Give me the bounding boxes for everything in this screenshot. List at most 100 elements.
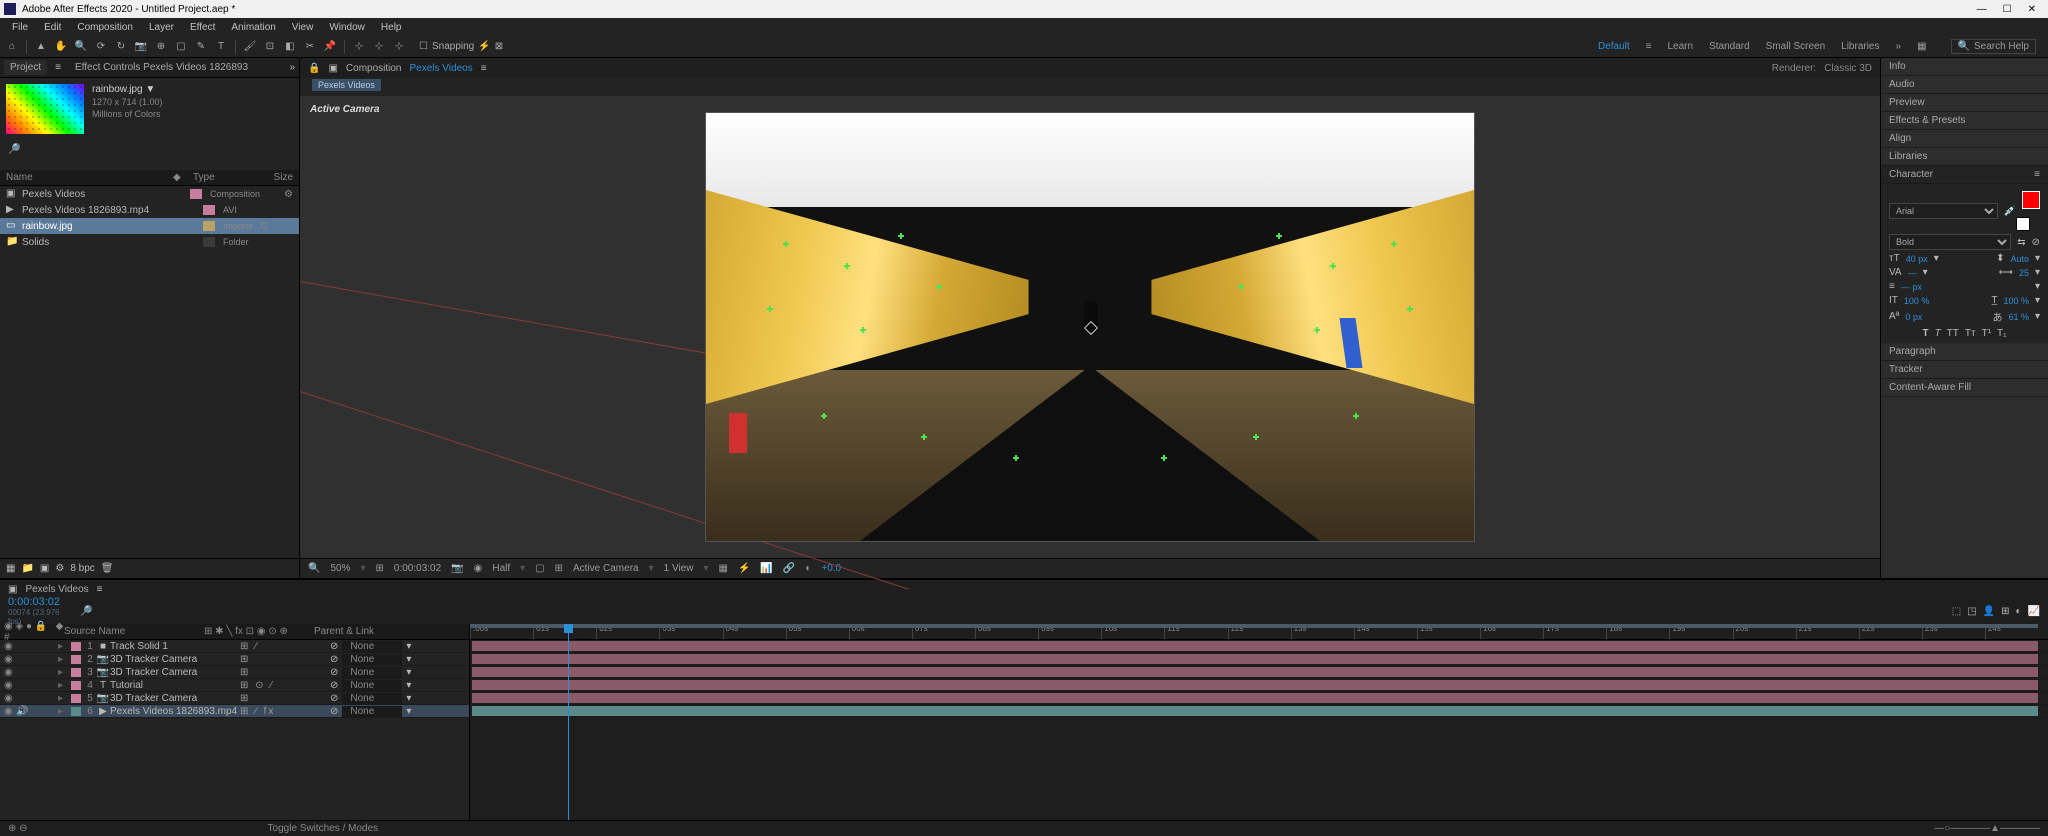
- panel-audio[interactable]: Audio: [1881, 76, 2048, 94]
- snapping-option2-icon[interactable]: ⊠: [495, 41, 503, 52]
- visibility-toggle-icon[interactable]: ◉: [4, 680, 16, 691]
- subscript-icon[interactable]: T₁: [1997, 328, 2006, 339]
- fill-color-swatch[interactable]: [2022, 191, 2040, 209]
- tab-effect-controls[interactable]: Effect Controls Pexels Videos 1826893: [69, 60, 254, 75]
- bpc-toggle[interactable]: 8 bpc: [70, 563, 94, 574]
- comp-mini-flowchart-icon[interactable]: ⬚: [1952, 606, 1961, 617]
- layer-bar[interactable]: [472, 706, 2038, 716]
- home-icon[interactable]: ⌂: [4, 39, 20, 55]
- work-area-bar[interactable]: [470, 624, 2038, 628]
- menu-edit[interactable]: Edit: [36, 20, 69, 35]
- col-parent[interactable]: Parent & Link: [314, 626, 465, 637]
- camera-tool-icon[interactable]: 📷: [133, 39, 149, 55]
- comp-lock-icon[interactable]: 🔒: [308, 63, 320, 74]
- twirl-icon[interactable]: ▸: [58, 706, 68, 717]
- parent-pickwhip-icon[interactable]: ⊘: [330, 693, 338, 704]
- motion-blur-icon[interactable]: ◐: [2016, 606, 2022, 617]
- frame-blend-icon[interactable]: ⊞: [2001, 606, 2009, 617]
- twirl-icon[interactable]: ▸: [58, 680, 68, 691]
- comp-tab-menu-icon[interactable]: ≡: [481, 63, 487, 74]
- flowchart-chip[interactable]: Pexels Videos: [312, 79, 381, 91]
- interpret-icon[interactable]: ▦: [6, 563, 15, 574]
- workspace-default[interactable]: Default: [1598, 41, 1630, 52]
- visibility-toggle-icon[interactable]: ◉: [4, 706, 16, 717]
- font-family-select[interactable]: Arial: [1889, 203, 1998, 219]
- menu-layer[interactable]: Layer: [141, 20, 182, 35]
- parent-dropdown[interactable]: None: [342, 693, 402, 704]
- grid-icon[interactable]: ⊞: [555, 563, 563, 574]
- project-settings-icon[interactable]: ⚙: [55, 563, 64, 574]
- workspace-reset-icon[interactable]: ▦: [1917, 41, 1926, 52]
- time-ruler[interactable]: :00s01s02s03s04s05s06s07s08s09s10s11s12s…: [470, 624, 2048, 640]
- shy-icon[interactable]: 👤: [1983, 606, 1995, 617]
- stroke-width-value[interactable]: — px: [1901, 282, 1922, 292]
- panel-effects-presets[interactable]: Effects & Presets: [1881, 112, 2048, 130]
- composition-viewer[interactable]: Active Camera: [300, 96, 1880, 558]
- composition-canvas[interactable]: [705, 112, 1475, 542]
- font-size-value[interactable]: 40 px: [1906, 254, 1928, 264]
- type-tool-icon[interactable]: T: [213, 39, 229, 55]
- toggle-switches-icon[interactable]: ⊕ ⊖: [8, 823, 28, 834]
- eraser-tool-icon[interactable]: ◧: [282, 39, 298, 55]
- draft3d-icon[interactable]: ◳: [1967, 606, 1976, 617]
- project-search-input[interactable]: [8, 155, 291, 166]
- character-menu-icon[interactable]: ≡: [2034, 169, 2040, 180]
- rectangle-tool-icon[interactable]: ▢: [173, 39, 189, 55]
- local-axis-icon[interactable]: ⊹: [351, 39, 367, 55]
- minimize-button[interactable]: —: [1977, 4, 1987, 15]
- twirl-icon[interactable]: ▸: [58, 693, 68, 704]
- visibility-toggle-icon[interactable]: ◉: [4, 641, 16, 652]
- panel-align[interactable]: Align: [1881, 130, 2048, 148]
- layer-switches[interactable]: ⊞ ∕ fx: [240, 706, 330, 717]
- allcaps-icon[interactable]: TT: [1947, 328, 1959, 339]
- graph-editor-icon[interactable]: 📈: [2028, 606, 2040, 617]
- swap-colors-icon[interactable]: ⇆: [2017, 237, 2025, 248]
- workspace-libraries[interactable]: Libraries: [1841, 41, 1879, 52]
- trash-icon[interactable]: 🗑: [101, 563, 114, 574]
- layer-name[interactable]: Tutorial: [110, 680, 240, 691]
- playhead[interactable]: [568, 624, 569, 820]
- project-item[interactable]: ▶ Pexels Videos 1826893.mp4 AVI: [0, 202, 299, 218]
- selection-tool-icon[interactable]: ▲: [33, 39, 49, 55]
- col-source-name[interactable]: Source Name: [64, 626, 204, 637]
- parent-dropdown[interactable]: None: [342, 680, 402, 691]
- timeline-layer-row[interactable]: ◉▸1■Track Solid 1⊞ ∕⊘None▾: [0, 640, 469, 653]
- pan-behind-tool-icon[interactable]: ⊕: [153, 39, 169, 55]
- parent-pickwhip-icon[interactable]: ⊘: [330, 667, 338, 678]
- toggle-switches-modes[interactable]: Toggle Switches / Modes: [268, 823, 379, 834]
- clone-tool-icon[interactable]: ⊡: [262, 39, 278, 55]
- menu-window[interactable]: Window: [321, 20, 373, 35]
- parent-dropdown[interactable]: None: [342, 667, 402, 678]
- twirl-icon[interactable]: ▸: [58, 654, 68, 665]
- menu-file[interactable]: File: [4, 20, 36, 35]
- pen-tool-icon[interactable]: ✎: [193, 39, 209, 55]
- col-label-icon[interactable]: ◆: [173, 172, 193, 183]
- col-type[interactable]: Type: [193, 172, 263, 183]
- magnify-icon[interactable]: 🔍: [308, 563, 320, 574]
- kerning-value[interactable]: —: [1908, 268, 1917, 278]
- workspace-overflow-icon[interactable]: »: [1896, 41, 1902, 52]
- new-folder-icon[interactable]: 📁: [21, 563, 33, 574]
- tsume-value[interactable]: 61 %: [2008, 312, 2029, 322]
- project-item[interactable]: ▭ rainbow.jpg Importe...G: [0, 218, 299, 234]
- eyedropper-icon[interactable]: 💉: [2004, 206, 2016, 217]
- hand-tool-icon[interactable]: ✋: [53, 39, 69, 55]
- panel-tracker[interactable]: Tracker: [1881, 361, 2048, 379]
- visibility-toggle-icon[interactable]: ◉: [4, 667, 16, 678]
- menu-help[interactable]: Help: [373, 20, 410, 35]
- visibility-toggle-icon[interactable]: ◉: [4, 693, 16, 704]
- timeline-layer-row[interactable]: ◉▸3📷3D Tracker Camera⊞⊘None▾: [0, 666, 469, 679]
- zoom-tool-icon[interactable]: 🔍: [73, 39, 89, 55]
- orbit-tool-icon[interactable]: ⟳: [93, 39, 109, 55]
- baseline-value[interactable]: 0 px: [1905, 312, 1922, 322]
- layer-switches[interactable]: ⊞: [240, 693, 330, 704]
- comp-flowchart-icon[interactable]: 🔗: [783, 563, 795, 574]
- stroke-color-swatch[interactable]: [2016, 217, 2030, 231]
- panel-content-aware-fill[interactable]: Content-Aware Fill: [1881, 379, 2048, 397]
- panel-info[interactable]: Info: [1881, 58, 2048, 76]
- zoom-value[interactable]: 50%: [330, 563, 350, 574]
- superscript-icon[interactable]: T¹: [1982, 328, 1991, 339]
- roi-icon[interactable]: ▢: [535, 563, 544, 574]
- workspace-small-screen[interactable]: Small Screen: [1766, 41, 1825, 52]
- twirl-icon[interactable]: ▸: [58, 667, 68, 678]
